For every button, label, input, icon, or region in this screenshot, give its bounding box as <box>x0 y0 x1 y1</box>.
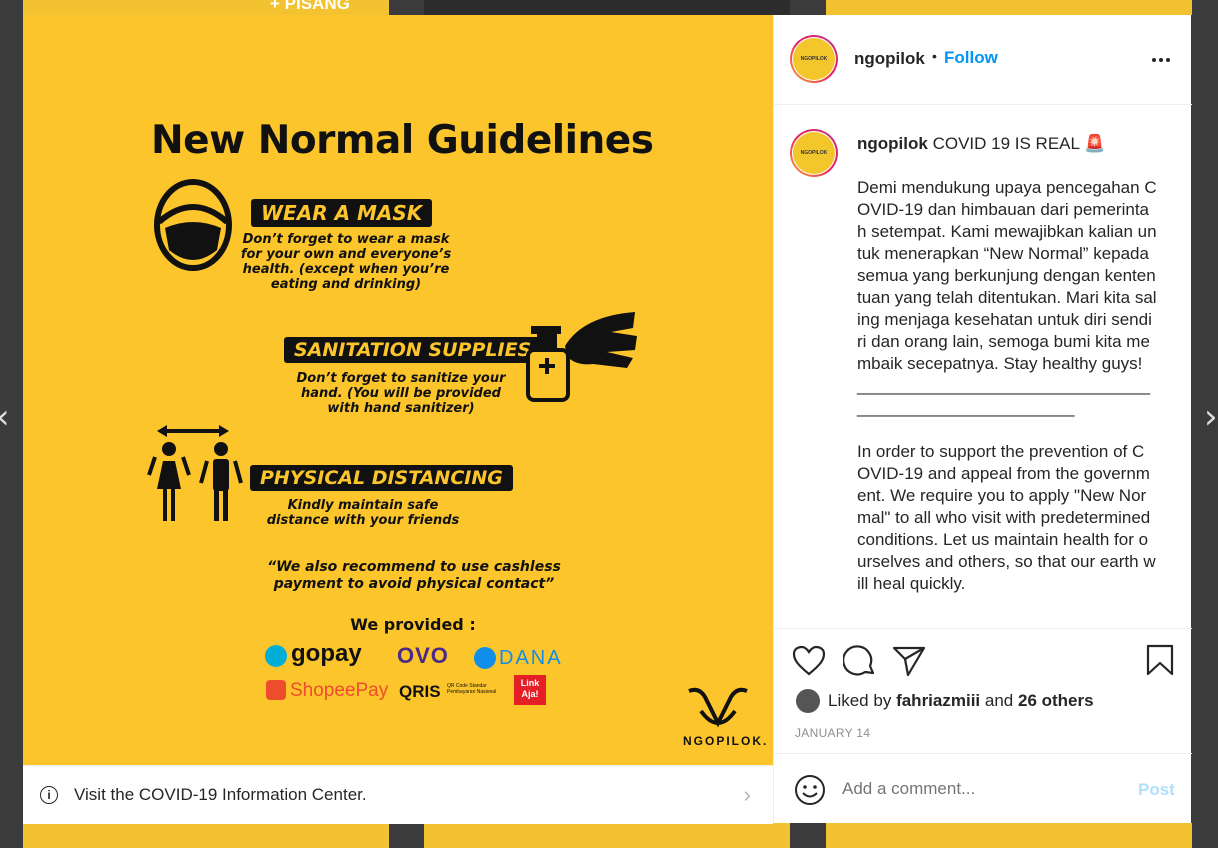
we-provided-label: We provided : <box>350 615 476 634</box>
liked-by-row: Liked by fahriazmiii and 26 others <box>796 689 1094 713</box>
comment-icon[interactable] <box>843 644 877 678</box>
grid-tile[interactable] <box>424 823 790 848</box>
dana-logo: DANA <box>499 647 563 669</box>
mask-face-icon <box>154 179 232 271</box>
header-username[interactable]: ngopilok <box>854 49 925 69</box>
share-icon[interactable] <box>892 645 926 677</box>
graphic-title: New Normal Guidelines <box>151 118 654 163</box>
gopay-icon <box>265 645 287 667</box>
post-modal: New Normal Guidelines WEAR A MASK Don’t … <box>23 15 1192 824</box>
chevron-right-icon[interactable]: › <box>744 782 751 808</box>
heart-icon[interactable] <box>792 645 826 677</box>
covid-info-bar[interactable]: i Visit the COVID-19 Information Center.… <box>23 765 773 824</box>
post-header: NGOPILOK ngopilok • Follow <box>774 15 1192 105</box>
more-icon[interactable] <box>1151 53 1171 67</box>
post-image[interactable]: New Normal Guidelines WEAR A MASK Don’t … <box>23 15 773 765</box>
linkaja-logo: Link Aja! <box>514 675 546 705</box>
follow-button[interactable]: Follow <box>944 48 998 68</box>
grid-tile[interactable] <box>424 0 790 15</box>
rule-distancing-desc: Kindly maintain safe distance with your … <box>266 498 460 528</box>
comment-bar: Post <box>774 753 1192 824</box>
ovo-logo: OVO <box>397 643 449 668</box>
qris-logo: QRIS <box>399 682 441 701</box>
rule-sanitation-title: SANITATION SUPPLIES <box>284 337 542 363</box>
liked-by-and: and <box>984 691 1014 710</box>
post-date[interactable]: JANUARY 14 <box>795 726 870 740</box>
post-actions: Liked by fahriazmiii and 26 others JANUA… <box>774 628 1192 754</box>
caption-avatar[interactable]: NGOPILOK <box>790 129 838 177</box>
avatar-logo: NGOPILOK <box>793 132 835 174</box>
info-icon: i <box>40 786 58 804</box>
caption-body: Demi mendukung upaya pencegahan COVID-19… <box>857 178 1157 593</box>
grid-tile[interactable] <box>826 823 1192 848</box>
shopeepay-logo: ShopeePay <box>290 680 389 701</box>
hand-sanitizer-icon <box>526 312 637 402</box>
emoji-icon[interactable] <box>794 774 826 806</box>
caption-username[interactable]: ngopilok <box>857 134 928 153</box>
qris-caption: QR Code Standar Pembayaran Nasional <box>447 683 497 695</box>
covid-info-text[interactable]: Visit the COVID-19 Information Center. <box>74 785 367 805</box>
previous-arrow-icon[interactable]: ‹ <box>0 400 10 434</box>
grid-tile-text: + PISANG <box>270 0 350 13</box>
grid-tile[interactable] <box>826 0 1192 15</box>
post-sidebar: NGOPILOK ngopilok • Follow NGOPILOK ngop… <box>773 15 1192 824</box>
grid-tile[interactable] <box>23 823 389 848</box>
dana-icon <box>474 647 496 669</box>
comment-input[interactable] <box>842 776 1112 802</box>
avatar[interactable]: NGOPILOK <box>790 35 838 83</box>
next-arrow-icon[interactable]: › <box>1204 400 1218 434</box>
cashless-quote: “We also recommend to use cashless payme… <box>267 559 561 592</box>
separator-dot: • <box>932 48 937 64</box>
post-comment-button[interactable]: Post <box>1138 780 1175 800</box>
ngopilok-logo-icon <box>688 687 748 728</box>
rule-wear-mask-desc: Don’t forget to wear a mask for your own… <box>240 232 452 292</box>
avatar-logo: NGOPILOK <box>793 38 835 80</box>
brand-name: NGOPILOK. <box>683 734 769 748</box>
caption-headline: COVID 19 IS REAL 🚨 <box>932 134 1106 153</box>
rule-wear-mask-title: WEAR A MASK <box>251 199 433 227</box>
caption: ngopilok COVID 19 IS REAL 🚨 Demi menduku… <box>857 133 1157 595</box>
distancing-people-icon <box>147 425 243 521</box>
caption-area: NGOPILOK ngopilok COVID 19 IS REAL 🚨 Dem… <box>774 105 1192 628</box>
liker-avatar[interactable] <box>796 689 820 713</box>
bookmark-icon[interactable] <box>1146 644 1174 676</box>
liked-by-prefix: Liked by <box>828 691 892 710</box>
rule-sanitation-desc: Don’t forget to sanitize your hand. (You… <box>296 371 506 416</box>
gopay-logo: gopay <box>291 640 362 667</box>
shopeepay-icon <box>266 680 286 700</box>
liker-username[interactable]: fahriazmiii <box>896 691 980 711</box>
rule-distancing-title: PHYSICAL DISTANCING <box>250 465 513 491</box>
others-count[interactable]: 26 others <box>1018 691 1094 711</box>
